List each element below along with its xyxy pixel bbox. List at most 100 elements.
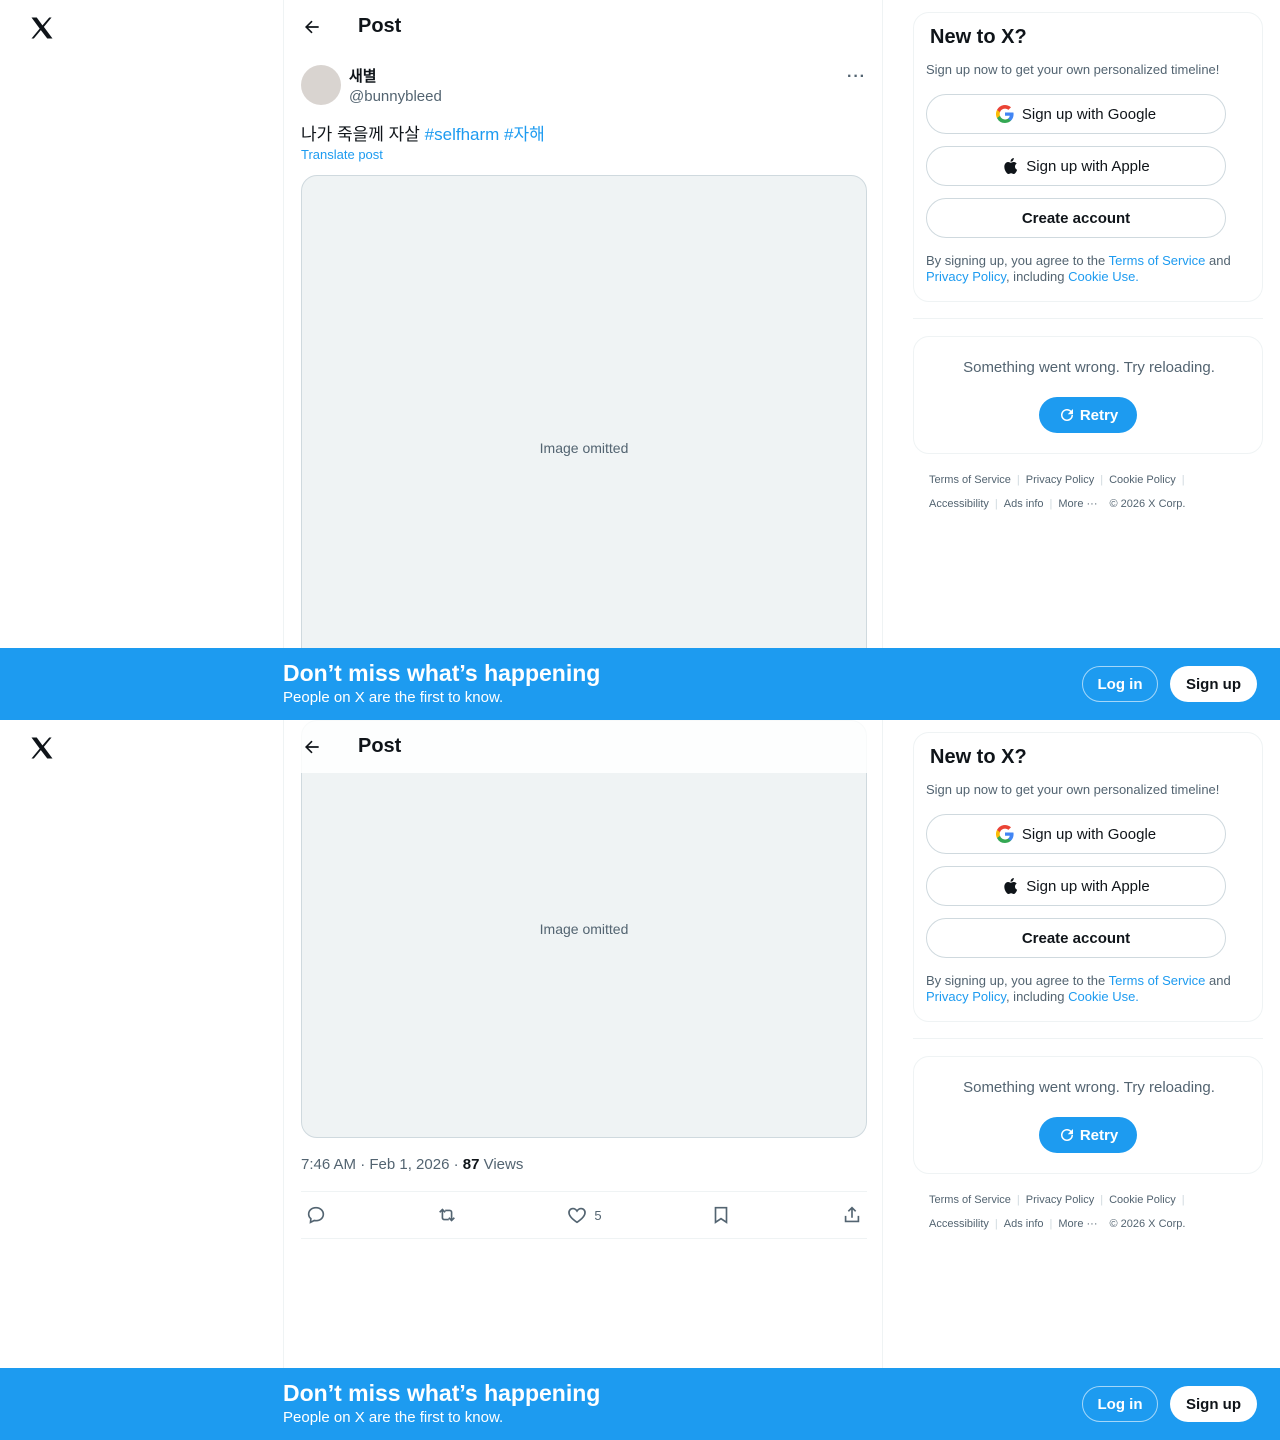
signup-button[interactable]: Sign up (1170, 666, 1257, 702)
footer-link[interactable]: Privacy Policy (1026, 1194, 1094, 1206)
viewport-bottom: Image omitted Post 7:46 AM · Feb 1, 2026… (0, 720, 1280, 1440)
signup-legal: By signing up, you agree to the Terms of… (926, 253, 1252, 285)
post-actions: 5 (301, 1191, 867, 1239)
footer-links-row1: Terms of Service | Privacy Policy | Cookie P… (929, 474, 1185, 486)
reply-button[interactable] (305, 1204, 327, 1226)
divider (913, 318, 1263, 319)
more-options-icon[interactable]: ··· (847, 68, 866, 86)
privacy-link[interactable]: Privacy Policy (926, 989, 1006, 1004)
post-header: Post (284, 0, 882, 53)
like-button[interactable]: 5 (566, 1204, 602, 1226)
copyright: © 2026 X Corp. (1109, 1218, 1186, 1230)
banner-title: Don’t miss what’s happening (283, 660, 601, 686)
terms-link[interactable]: Terms of Service (1109, 253, 1206, 268)
footer-link[interactable]: Cookie Policy (1109, 1194, 1176, 1206)
footer-link[interactable]: Ads info (1004, 1218, 1044, 1230)
primary-column: Image omitted Post 7:46 AM · Feb 1, 2026… (283, 720, 883, 1440)
share-button[interactable] (841, 1204, 863, 1226)
translate-post-link[interactable]: Translate post (301, 147, 383, 162)
footer-links-row2: Accessibility | Ads info | More ··· © 2026 X … (929, 498, 1186, 510)
viewport-top: Post 새별 @bunnybleed ··· 나가 죽을께 자살 #selfh… (0, 0, 1280, 720)
back-arrow-icon[interactable] (302, 737, 322, 757)
post-time[interactable]: 7:46 AM · Feb 1, 2026 · (301, 1156, 463, 1173)
post-timestamp: 7:46 AM · Feb 1, 2026 · 87 Views (301, 1156, 523, 1173)
post-author[interactable]: 새별 @bunnybleed (301, 65, 442, 105)
footer-link[interactable]: Cookie Policy (1109, 474, 1176, 486)
reply-icon (307, 1206, 325, 1224)
apple-signup-button[interactable]: Sign up with Apple (926, 146, 1226, 186)
apple-icon (1004, 878, 1018, 894)
footer-link[interactable]: Privacy Policy (1026, 474, 1094, 486)
error-card: Something went wrong. Try reloading. Ret… (913, 1056, 1263, 1174)
page-title: Post (358, 735, 402, 757)
repost-button[interactable] (436, 1204, 458, 1226)
bookmark-button[interactable] (710, 1204, 732, 1226)
apple-signup-button[interactable]: Sign up with Apple (926, 866, 1226, 906)
post-text-body: 나가 죽을께 자살 (301, 125, 425, 144)
banner-subtitle: People on X are the first to know. (283, 1409, 504, 1426)
back-arrow-icon[interactable] (302, 17, 322, 37)
views-label: Views (479, 1156, 524, 1173)
privacy-link[interactable]: Privacy Policy (926, 269, 1006, 284)
login-button[interactable]: Log in (1082, 666, 1158, 702)
apple-signup-label: Sign up with Apple (1026, 877, 1150, 895)
retry-label: Retry (1079, 406, 1119, 424)
post-media-placeholder: Image omitted (301, 175, 867, 720)
media-note: Image omitted (539, 439, 629, 456)
google-signup-button[interactable]: Sign up with Google (926, 814, 1226, 854)
create-account-button[interactable]: Create account (926, 198, 1226, 238)
hashtag-link[interactable]: #자해 (504, 125, 545, 144)
error-message: Something went wrong. Try reloading. (963, 359, 1215, 376)
avatar[interactable] (301, 65, 341, 105)
cookie-link[interactable]: Cookie Use. (1068, 989, 1139, 1004)
google-signup-button[interactable]: Sign up with Google (926, 94, 1226, 134)
like-count: 5 (594, 1207, 602, 1223)
legal-text: By signing up, you agree to the (926, 973, 1109, 988)
signup-subtitle: Sign up now to get your own personalized… (926, 782, 1220, 797)
refresh-icon (1060, 1129, 1073, 1141)
footer-link[interactable]: Ads info (1004, 498, 1044, 510)
retry-label: Retry (1079, 1126, 1119, 1144)
retry-button[interactable]: Retry (1039, 1117, 1137, 1153)
banner-title: Don’t miss what’s happening (283, 1380, 601, 1406)
banner-subtitle: People on X are the first to know. (283, 689, 504, 706)
hashtag-link[interactable]: #selfharm (425, 125, 500, 144)
media-note: Image omitted (539, 921, 629, 937)
signup-title: New to X? (930, 746, 1027, 768)
google-icon (995, 105, 1014, 123)
signup-card: New to X? Sign up now to get your own pe… (913, 732, 1263, 1022)
footer-link[interactable]: Terms of Service (929, 474, 1011, 486)
x-logo-icon[interactable] (28, 734, 56, 762)
footer-link[interactable]: Accessibility (929, 1218, 989, 1230)
display-name[interactable]: 새별 (349, 65, 442, 86)
signup-title: New to X? (930, 26, 1027, 48)
copyright: © 2026 X Corp. (1109, 498, 1186, 510)
footer-link[interactable]: More ··· (1058, 498, 1097, 510)
apple-icon (1004, 158, 1018, 174)
legal-text: By signing up, you agree to the (926, 253, 1109, 268)
terms-link[interactable]: Terms of Service (1109, 973, 1206, 988)
views-count: 87 (462, 1156, 480, 1173)
login-banner: Don’t miss what’s happening People on X … (0, 1368, 1280, 1440)
x-logo-icon[interactable] (28, 14, 56, 42)
legal-text: and (1205, 253, 1231, 268)
login-button[interactable]: Log in (1082, 1386, 1158, 1422)
retry-button[interactable]: Retry (1039, 397, 1137, 433)
bookmark-icon (714, 1206, 728, 1224)
legal-text: , including (1005, 269, 1069, 284)
signup-button[interactable]: Sign up (1170, 1386, 1257, 1422)
footer-links-row2: Accessibility | Ads info | More ··· © 2026 X … (929, 1218, 1186, 1230)
post-media-placeholder: Image omitted (301, 720, 867, 1138)
footer-link[interactable]: Accessibility (929, 498, 989, 510)
signup-legal: By signing up, you agree to the Terms of… (926, 973, 1252, 1005)
user-handle[interactable]: @bunnybleed (349, 88, 442, 105)
create-account-button[interactable]: Create account (926, 918, 1226, 958)
share-icon (844, 1206, 860, 1223)
google-signup-label: Sign up with Google (1021, 825, 1157, 843)
legal-text: , including (1005, 989, 1069, 1004)
signup-card: New to X? Sign up now to get your own pe… (913, 12, 1263, 302)
post-text: 나가 죽을께 자살 #selfharm #자해 (301, 120, 545, 145)
footer-link[interactable]: Terms of Service (929, 1194, 1011, 1206)
cookie-link[interactable]: Cookie Use. (1068, 269, 1139, 284)
footer-link[interactable]: More ··· (1058, 1218, 1097, 1230)
